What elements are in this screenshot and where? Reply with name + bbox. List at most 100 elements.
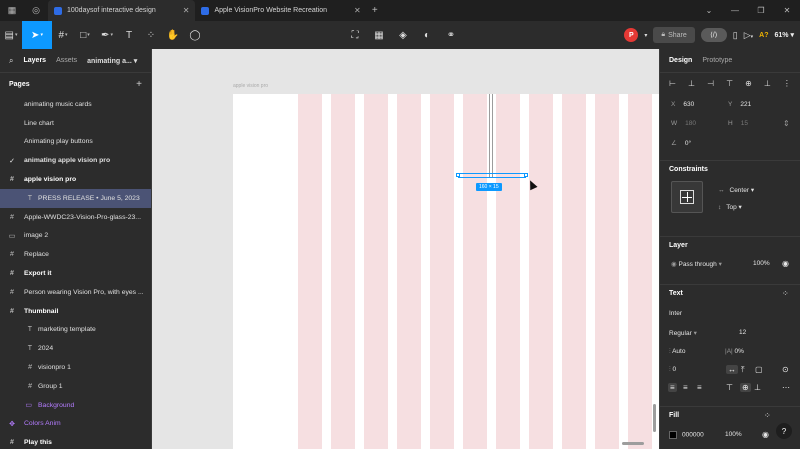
browser-tab[interactable]: Apple VisionPro Website Recreation ✕ [195, 0, 366, 21]
page-item[interactable]: animating music cards [0, 95, 151, 114]
tab-assets[interactable]: Assets [56, 57, 77, 64]
help-button[interactable]: ? [776, 423, 792, 439]
y-field[interactable]: Y 221 [728, 101, 751, 108]
browser-tab-active[interactable]: 100daysof interactive design ✕ [48, 0, 196, 21]
fill-visibility-eye-icon[interactable]: ◉ [762, 430, 769, 439]
page-item[interactable]: Animating play buttons [0, 133, 151, 152]
frame-label[interactable]: apple vision pro [233, 83, 268, 89]
layer-item[interactable]: # Replace [0, 245, 151, 264]
text-align-right-icon[interactable]: ≡ [697, 383, 702, 392]
layer-item[interactable]: # Apple-WWDC23-Vision-Pro-glass-23... [0, 208, 151, 227]
layer-item[interactable]: # Play this [0, 433, 151, 449]
align-center-v-icon[interactable]: ⊕ [745, 79, 752, 88]
distribute-icon[interactable]: ⋮ [783, 79, 791, 88]
constrain-proportions-icon[interactable]: ⇕ [783, 119, 790, 128]
layer-item[interactable]: ▭ Background [0, 396, 151, 415]
text-align-center-icon[interactable]: ≡ [683, 383, 688, 392]
fill-styles-icon[interactable]: ⁘ [764, 411, 771, 420]
fixed-size-icon[interactable]: ▢ [755, 365, 763, 374]
vertical-scrollbar[interactable] [653, 404, 656, 432]
align-right-icon[interactable]: ⊣ [707, 79, 714, 88]
ellipsis-icon[interactable]: ⋯ [782, 383, 790, 392]
layer-item[interactable]: # Person wearing Vision Pro, with eyes ..… [0, 283, 151, 302]
main-menu-icon[interactable]: ▤ ▾ [0, 21, 22, 49]
align-center-h-icon[interactable]: ⊥ [688, 79, 695, 88]
close-window-icon[interactable]: ✕ [774, 0, 800, 21]
type-settings-icon[interactable]: ⁘ [782, 289, 789, 298]
more-options-icon[interactable]: ⊙ [782, 365, 789, 374]
contrast-icon[interactable]: ◐ [415, 21, 439, 49]
text-tool-icon[interactable]: T [118, 21, 140, 49]
page-item[interactable]: Line chart [0, 114, 151, 133]
layer-item[interactable]: Tmarketing template [0, 321, 151, 340]
vertical-align-top-icon[interactable]: ⊤ [726, 383, 733, 392]
close-tab-icon[interactable]: ✕ [354, 6, 361, 15]
layer-item[interactable]: # visionpro 1 [0, 358, 151, 377]
height-field[interactable]: H 15 [728, 120, 748, 127]
tab-design[interactable]: Design [669, 57, 692, 64]
align-top-icon[interactable]: ⊤ [726, 79, 733, 88]
x-field[interactable]: X 630 [671, 101, 694, 108]
hand-tool-icon[interactable]: ✋ [162, 21, 184, 49]
vertical-align-bottom-icon[interactable]: ⊥ [754, 383, 761, 392]
fill-color-field[interactable]: 000000 [669, 431, 704, 439]
resize-handle[interactable] [456, 173, 460, 177]
width-field[interactable]: W 180 [671, 120, 696, 127]
component-icon[interactable]: ◈ [391, 21, 415, 49]
auto-width-icon[interactable]: ↔ [726, 365, 738, 374]
align-left-icon[interactable]: ⊢ [669, 79, 676, 88]
figma-menu-icon[interactable]: ▦ [0, 0, 24, 21]
layer-opacity-field[interactable]: 100% [753, 260, 770, 267]
tab-prototype[interactable]: Prototype [702, 57, 732, 64]
horizontal-constraint-select[interactable]: ↔ Center ▾ [718, 186, 754, 194]
globe-icon[interactable]: ◎ [24, 0, 48, 21]
book-icon[interactable]: ▯ [733, 30, 738, 41]
layer-item[interactable]: # apple vision pro [0, 170, 151, 189]
horizontal-scrollbar[interactable] [622, 442, 644, 445]
font-weight-select[interactable]: Regular ▾ [669, 329, 697, 337]
text-align-left-icon[interactable]: ≡ [668, 383, 677, 392]
frame-apple-vision-pro[interactable] [233, 94, 659, 449]
layer-item[interactable]: # Thumbnail [0, 302, 151, 321]
paragraph-spacing-field[interactable]: ⫶ 0 [669, 366, 676, 374]
search-icon[interactable]: ⌕ [9, 56, 13, 66]
auto-height-icon[interactable]: ⤒ [741, 365, 745, 375]
visibility-eye-icon[interactable]: ◉ [782, 259, 789, 268]
align-bottom-icon[interactable]: ⊥ [764, 79, 771, 88]
crop-icon[interactable]: ⛶ [343, 21, 367, 49]
canvas[interactable]: apple vision pro 160 × 15 [152, 49, 659, 449]
font-family-select[interactable]: Inter [669, 310, 682, 317]
tab-layers[interactable]: Layers [23, 57, 46, 64]
shape-tool-icon[interactable]: □ ▾ [74, 21, 96, 49]
link-icon[interactable]: ⚭ [439, 21, 463, 49]
add-page-icon[interactable]: + [136, 79, 142, 90]
layer-item[interactable]: T PRESS RELEASE • June 5, 2023 [0, 188, 151, 208]
frame-tool-icon[interactable]: # ▾ [52, 21, 74, 49]
share-button[interactable]: 🔒︎ Share [653, 27, 695, 43]
resources-icon[interactable]: ⁘ [140, 21, 162, 49]
font-size-field[interactable]: 12 [739, 329, 746, 336]
vertical-constraint-select[interactable]: ↕ Top ▾ [718, 203, 742, 211]
layer-item[interactable]: T 2024 [0, 339, 151, 358]
close-tab-icon[interactable]: ✕ [183, 6, 190, 15]
page-selector[interactable]: animating a... ▾ [87, 57, 137, 65]
ai-button[interactable]: A? [759, 32, 768, 39]
layer-item[interactable]: ✥ Colors Anim [0, 415, 151, 434]
grid-icon[interactable]: ▦ [367, 21, 391, 49]
pen-tool-icon[interactable]: ✒ ▾ [96, 21, 118, 49]
fill-opacity-field[interactable]: 100% [725, 431, 742, 438]
comment-tool-icon[interactable]: ◯ [184, 21, 206, 49]
maximize-icon[interactable]: ❐ [748, 0, 774, 21]
letter-spacing-field[interactable]: |A| 0% [725, 348, 744, 355]
selected-text-layer[interactable] [456, 173, 528, 178]
vertical-align-middle-icon[interactable]: ⊕ [740, 383, 751, 392]
line-height-field[interactable]: ⫶ Auto [669, 348, 685, 356]
page-item[interactable]: ✓ animating apple vision pro [0, 151, 151, 170]
avatar[interactable]: P [624, 28, 639, 42]
layer-item[interactable]: # Export it [0, 264, 151, 283]
new-tab-icon[interactable]: + [367, 5, 383, 16]
rotation-field[interactable]: ∠ 0° [671, 139, 691, 147]
constraint-widget[interactable] [671, 181, 703, 213]
chevron-down-icon[interactable]: ▾ [644, 32, 647, 39]
resize-handle[interactable] [524, 173, 528, 177]
